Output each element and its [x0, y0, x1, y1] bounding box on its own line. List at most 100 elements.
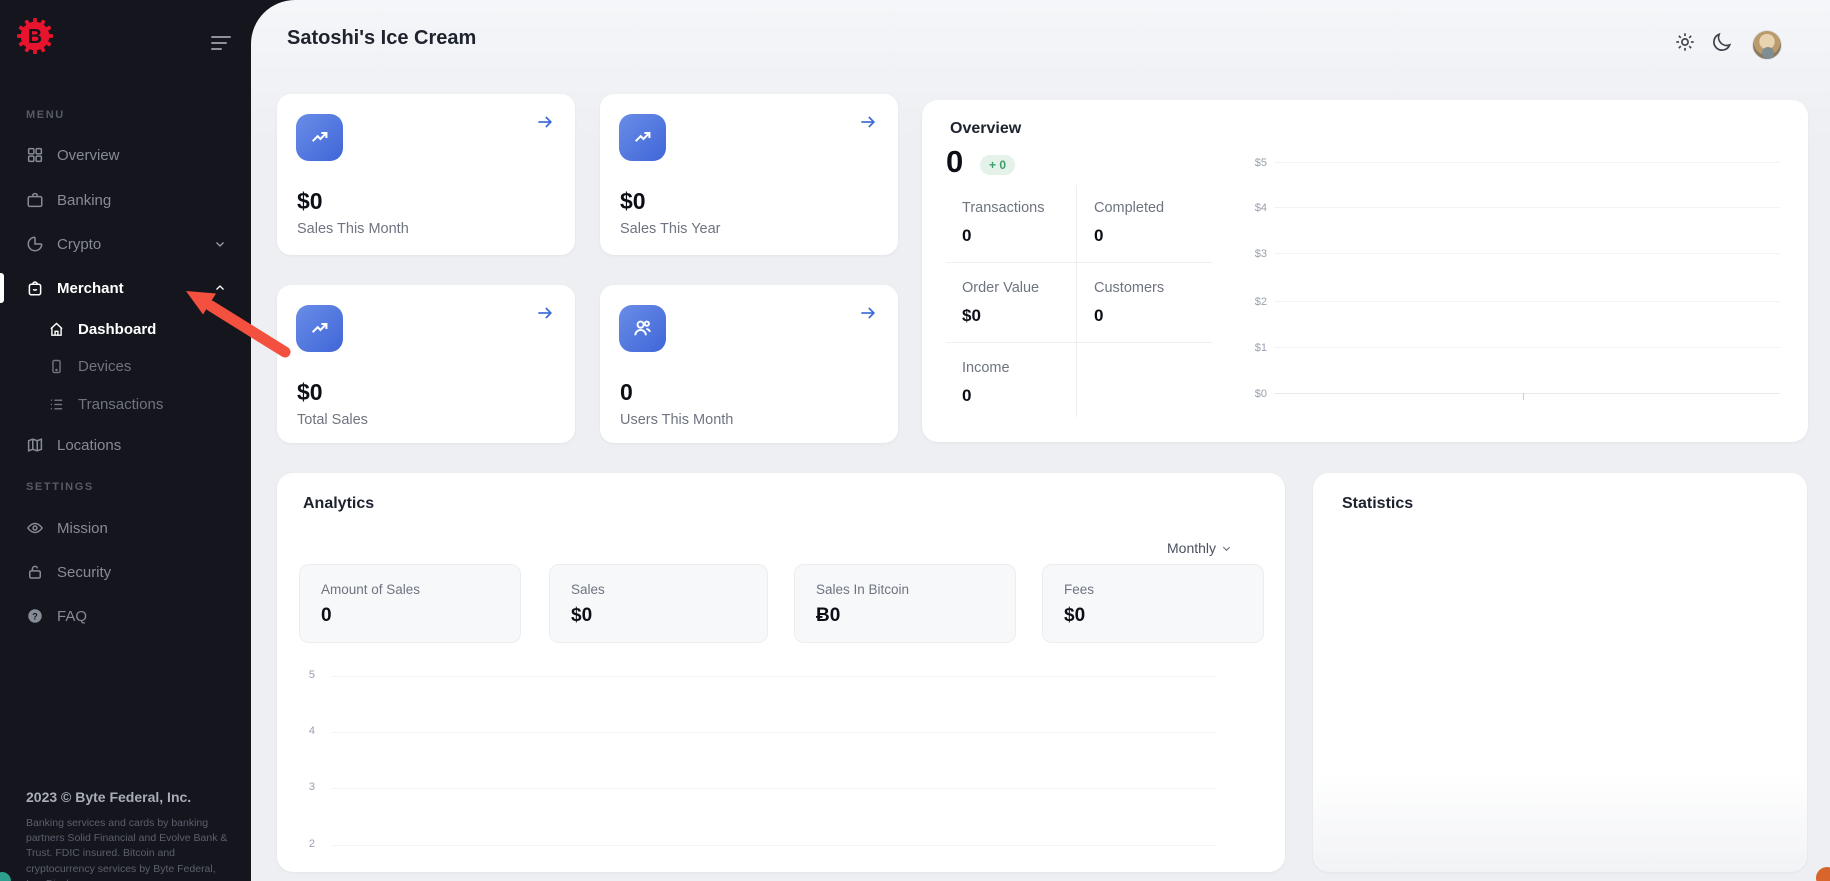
- home-icon: [50, 322, 63, 336]
- overview-stat-value: $0: [962, 306, 981, 325]
- sidebar-item-mission[interactable]: Mission: [26, 514, 108, 542]
- page-title: Satoshi's Ice Cream: [287, 27, 477, 49]
- sidebar-item-label: Devices: [78, 357, 132, 375]
- sidebar-item-label: Security: [57, 563, 112, 581]
- grid-icon: [27, 147, 43, 163]
- overview-stat-label: Completed: [1094, 200, 1165, 216]
- active-indicator: [0, 273, 4, 303]
- overview-stat-label: Customers: [1094, 280, 1165, 296]
- analytics-box-value: 0: [321, 605, 332, 626]
- analytics-panel: Analytics Monthly Amount of Sales 0 Sale…: [277, 473, 1285, 872]
- chevron-down-icon: [1222, 546, 1231, 551]
- svg-text:B: B: [28, 26, 42, 48]
- sidebar-item-label: Banking: [57, 191, 112, 209]
- arrow-right-icon[interactable]: [858, 112, 878, 132]
- stat-value: $0: [620, 188, 646, 214]
- pie-chart-icon: [27, 236, 43, 252]
- overview-title: Overview: [950, 120, 1022, 137]
- copyright-text: 2023 © Byte Federal, Inc.: [26, 789, 192, 805]
- overview-stat-value: 0: [962, 386, 972, 405]
- statistics-title: Statistics: [1342, 495, 1414, 512]
- byte-federal-logo[interactable]: B: [16, 17, 54, 55]
- stat-card-sales-this-year[interactable]: $0 Sales This Year: [600, 94, 898, 255]
- chevron-down-icon[interactable]: [214, 238, 226, 250]
- shopping-bag-icon: [28, 281, 42, 296]
- sidebar-item-transactions[interactable]: Transactions: [48, 390, 163, 418]
- overview-delta-badge: + 0: [980, 155, 1016, 175]
- sidebar-item-banking[interactable]: Banking: [26, 186, 111, 214]
- light-mode-icon[interactable]: [1674, 31, 1696, 53]
- analytics-box-label: Sales In Bitcoin: [816, 582, 910, 597]
- stat-card-total-sales[interactable]: $0 Total Sales: [277, 285, 575, 443]
- statistics-panel: Statistics: [1313, 473, 1807, 872]
- sidebar-item-label: FAQ: [57, 607, 88, 625]
- overview-stat-value: 0: [1094, 306, 1104, 325]
- analytics-box-fees: Fees $0: [1042, 564, 1264, 643]
- sidebar: B MENU Overview Banking Crypto Merchant …: [0, 0, 251, 881]
- analytics-box-sales-in-bitcoin: Sales In Bitcoin Ƀ0: [794, 564, 1016, 643]
- stat-value: 0: [620, 379, 633, 405]
- analytics-box-sales: Sales $0: [549, 564, 768, 643]
- users-icon: [634, 320, 651, 336]
- sidebar-item-security[interactable]: Security: [26, 558, 111, 586]
- trend-up-icon: [311, 322, 327, 333]
- analytics-box-label: Fees: [1064, 582, 1095, 597]
- stat-card-users-this-month[interactable]: 0 Users This Month: [600, 285, 898, 443]
- arrow-right-icon[interactable]: [535, 112, 555, 132]
- overview-stat-label: Income: [962, 360, 1010, 376]
- sidebar-item-locations[interactable]: Locations: [26, 431, 121, 459]
- overview-panel: Overview 0 + 0 Transactions 0 Completed …: [922, 100, 1808, 442]
- map-icon: [27, 438, 43, 452]
- analytics-box-amount-of-sales: Amount of Sales 0: [299, 564, 521, 643]
- device-icon: [52, 359, 61, 373]
- main-content: Satoshi's Ice Cream $0 Sales This Month …: [251, 0, 1830, 881]
- overview-stat-label: Transactions: [962, 200, 1045, 216]
- sidebar-item-faq[interactable]: ? FAQ: [26, 602, 87, 630]
- analytics-box-value: $0: [571, 605, 593, 626]
- legal-disclaimer-text: Banking services and cards by banking pa…: [26, 817, 228, 881]
- sidebar-toggle-button[interactable]: [211, 36, 233, 52]
- stat-card-sales-this-month[interactable]: $0 Sales This Month: [277, 94, 575, 255]
- overview-stat-value: 0: [1094, 226, 1104, 245]
- sidebar-item-label: Transactions: [78, 395, 164, 413]
- stat-label: Users This Month: [620, 412, 734, 428]
- overview-stat-value: 0: [962, 226, 972, 245]
- briefcase-icon: [27, 192, 43, 208]
- lock-icon: [29, 565, 41, 579]
- period-dropdown[interactable]: Monthly: [1167, 540, 1232, 556]
- overview-stat-label: Order Value: [962, 280, 1040, 296]
- sidebar-item-dashboard[interactable]: Dashboard: [48, 315, 156, 343]
- sidebar-item-label: Merchant: [57, 279, 124, 297]
- analytics-box-value: $0: [1064, 605, 1086, 626]
- help-widget-fragment[interactable]: [1816, 867, 1830, 881]
- sidebar-item-label: Mission: [57, 519, 108, 537]
- chevron-up-icon[interactable]: [214, 282, 226, 294]
- chart-tick: [1523, 393, 1524, 400]
- eye-icon: [26, 522, 44, 534]
- stat-value: $0: [297, 188, 323, 214]
- analytics-title: Analytics: [303, 495, 375, 512]
- list-icon: [50, 399, 63, 409]
- sidebar-item-label: Overview: [57, 146, 120, 164]
- stat-label: Sales This Month: [297, 221, 409, 237]
- sidebar-item-label: Dashboard: [78, 320, 157, 338]
- svg-text:?: ?: [32, 611, 38, 621]
- sidebar-item-devices[interactable]: Devices: [48, 352, 131, 380]
- user-avatar[interactable]: [1752, 30, 1782, 60]
- settings-section-label: SETTINGS: [26, 481, 94, 493]
- analytics-box-value: Ƀ0: [816, 605, 841, 626]
- chat-widget-fragment[interactable]: [0, 872, 11, 881]
- trend-up-icon: [311, 131, 327, 142]
- sidebar-item-crypto[interactable]: Crypto: [26, 230, 101, 258]
- sidebar-item-merchant[interactable]: Merchant: [26, 274, 124, 302]
- analytics-box-label: Amount of Sales: [321, 582, 421, 597]
- stat-label: Sales This Year: [620, 221, 721, 237]
- sidebar-item-overview[interactable]: Overview: [26, 141, 120, 169]
- arrow-right-icon[interactable]: [535, 303, 555, 323]
- sidebar-item-label: Crypto: [57, 235, 102, 253]
- stat-value: $0: [297, 379, 323, 405]
- dark-mode-icon[interactable]: [1710, 31, 1733, 54]
- sidebar-item-label: Locations: [57, 436, 122, 454]
- arrow-right-icon[interactable]: [858, 303, 878, 323]
- analytics-box-label: Sales: [571, 582, 605, 597]
